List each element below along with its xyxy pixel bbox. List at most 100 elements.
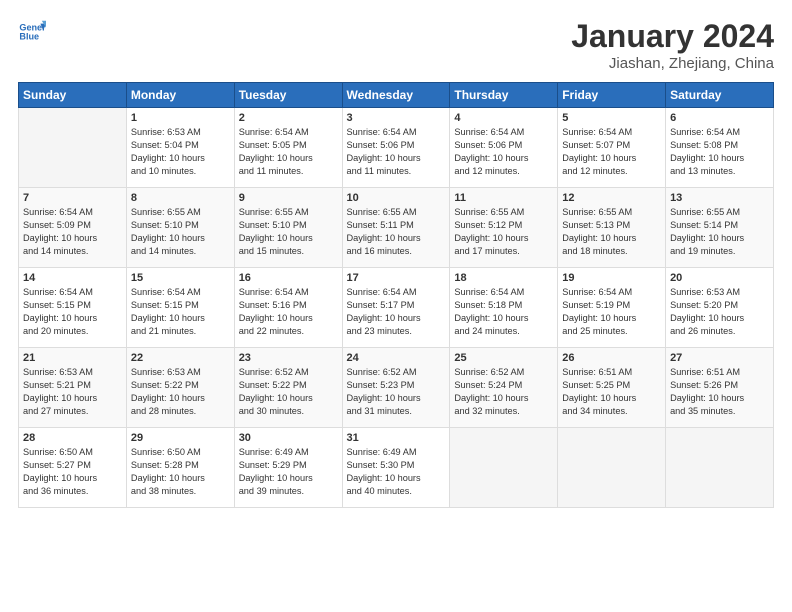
day-info: Sunrise: 6:54 AMSunset: 5:08 PMDaylight:… (670, 126, 769, 178)
calendar-cell (19, 108, 127, 188)
calendar-cell: 1Sunrise: 6:53 AMSunset: 5:04 PMDaylight… (126, 108, 234, 188)
calendar-cell: 26 Sunrise: 6:51 AMSunset: 5:25 PMDayligh… (558, 348, 666, 428)
day-number: 6 (670, 112, 769, 124)
calendar-cell: 16 Sunrise: 6:54 AMSunset: 5:16 PMDayligh… (234, 268, 342, 348)
day-info: Sunrise: 6:54 AMSunset: 5:06 PMDaylight:… (347, 126, 446, 178)
calendar-table: SundayMondayTuesdayWednesdayThursdayFrid… (18, 82, 774, 508)
day-info: Sunrise: 6:54 AMSunset: 5:15 PMDaylight:… (23, 286, 122, 338)
calendar-cell: 9 Sunrise: 6:55 AMSunset: 5:10 PMDaylight… (234, 188, 342, 268)
weekday-header-thursday: Thursday (450, 83, 558, 108)
calendar-cell: 29 Sunrise: 6:50 AMSunset: 5:28 PMDayligh… (126, 428, 234, 508)
day-number: 22 (131, 352, 230, 364)
day-number: 9 (239, 192, 338, 204)
day-number: 8 (131, 192, 230, 204)
day-number: 12 (562, 192, 661, 204)
day-number: 30 (239, 432, 338, 444)
day-number: 1 (131, 112, 230, 124)
day-number: 29 (131, 432, 230, 444)
weekday-header-tuesday: Tuesday (234, 83, 342, 108)
logo: General Blue (18, 18, 46, 46)
day-number: 10 (347, 192, 446, 204)
calendar-cell (666, 428, 774, 508)
week-row-5: 28 Sunrise: 6:50 AMSunset: 5:27 PMDayligh… (19, 428, 774, 508)
day-info: Sunrise: 6:55 AMSunset: 5:10 PMDaylight:… (239, 206, 338, 258)
calendar-cell: 18 Sunrise: 6:54 AMSunset: 5:18 PMDayligh… (450, 268, 558, 348)
week-row-3: 14 Sunrise: 6:54 AMSunset: 5:15 PMDayligh… (19, 268, 774, 348)
day-info: Sunrise: 6:49 AMSunset: 5:29 PMDaylight:… (239, 446, 338, 498)
day-number: 13 (670, 192, 769, 204)
weekday-header-sunday: Sunday (19, 83, 127, 108)
weekday-header-wednesday: Wednesday (342, 83, 450, 108)
day-info: Sunrise: 6:54 AMSunset: 5:18 PMDaylight:… (454, 286, 553, 338)
calendar-cell: 27 Sunrise: 6:51 AMSunset: 5:26 PMDayligh… (666, 348, 774, 428)
day-number: 20 (670, 272, 769, 284)
week-row-1: 1Sunrise: 6:53 AMSunset: 5:04 PMDaylight… (19, 108, 774, 188)
day-number: 21 (23, 352, 122, 364)
day-info: Sunrise: 6:54 AMSunset: 5:17 PMDaylight:… (347, 286, 446, 338)
day-info: Sunrise: 6:54 AMSunset: 5:07 PMDaylight:… (562, 126, 661, 178)
calendar-cell: 17 Sunrise: 6:54 AMSunset: 5:17 PMDayligh… (342, 268, 450, 348)
day-number: 26 (562, 352, 661, 364)
calendar-cell: 23 Sunrise: 6:52 AMSunset: 5:22 PMDayligh… (234, 348, 342, 428)
day-number: 31 (347, 432, 446, 444)
calendar-cell: 30 Sunrise: 6:49 AMSunset: 5:29 PMDayligh… (234, 428, 342, 508)
title-block: January 2024 Jiashan, Zhejiang, China (571, 18, 774, 72)
calendar-cell: 5 Sunrise: 6:54 AMSunset: 5:07 PMDaylight… (558, 108, 666, 188)
day-number: 27 (670, 352, 769, 364)
calendar-cell: 28 Sunrise: 6:50 AMSunset: 5:27 PMDayligh… (19, 428, 127, 508)
calendar-cell: 15Sunrise: 6:54 AMSunset: 5:15 PMDayligh… (126, 268, 234, 348)
day-info: Sunrise: 6:54 AMSunset: 5:05 PMDaylight:… (239, 126, 338, 178)
day-number: 4 (454, 112, 553, 124)
day-info: Sunrise: 6:54 AMSunset: 5:16 PMDaylight:… (239, 286, 338, 338)
day-info: Sunrise: 6:54 AMSunset: 5:15 PMDaylight:… (131, 286, 230, 338)
day-info: Sunrise: 6:53 AMSunset: 5:22 PMDaylight:… (131, 366, 230, 418)
day-number: 24 (347, 352, 446, 364)
calendar-cell: 12Sunrise: 6:55 AMSunset: 5:13 PMDayligh… (558, 188, 666, 268)
calendar-cell: 3 Sunrise: 6:54 AMSunset: 5:06 PMDaylight… (342, 108, 450, 188)
day-number: 5 (562, 112, 661, 124)
calendar-cell: 21 Sunrise: 6:53 AMSunset: 5:21 PMDayligh… (19, 348, 127, 428)
page-container: General Blue January 2024 Jiashan, Zheji… (0, 0, 792, 612)
calendar-cell: 6 Sunrise: 6:54 AMSunset: 5:08 PMDaylight… (666, 108, 774, 188)
header: General Blue January 2024 Jiashan, Zheji… (18, 18, 774, 72)
day-number: 23 (239, 352, 338, 364)
main-title: January 2024 (571, 18, 774, 55)
day-number: 11 (454, 192, 553, 204)
calendar-cell: 7 Sunrise: 6:54 AMSunset: 5:09 PMDaylight… (19, 188, 127, 268)
day-number: 7 (23, 192, 122, 204)
calendar-cell: 31 Sunrise: 6:49 AMSunset: 5:30 PMDayligh… (342, 428, 450, 508)
day-info: Sunrise: 6:54 AMSunset: 5:09 PMDaylight:… (23, 206, 122, 258)
day-info: Sunrise: 6:50 AMSunset: 5:27 PMDaylight:… (23, 446, 122, 498)
day-info: Sunrise: 6:50 AMSunset: 5:28 PMDaylight:… (131, 446, 230, 498)
subtitle: Jiashan, Zhejiang, China (571, 55, 774, 72)
day-number: 28 (23, 432, 122, 444)
day-number: 16 (239, 272, 338, 284)
calendar-cell (450, 428, 558, 508)
day-number: 14 (23, 272, 122, 284)
day-info: Sunrise: 6:53 AMSunset: 5:21 PMDaylight:… (23, 366, 122, 418)
day-info: Sunrise: 6:55 AMSunset: 5:11 PMDaylight:… (347, 206, 446, 258)
day-info: Sunrise: 6:52 AMSunset: 5:22 PMDaylight:… (239, 366, 338, 418)
day-number: 3 (347, 112, 446, 124)
calendar-cell: 13Sunrise: 6:55 AMSunset: 5:14 PMDayligh… (666, 188, 774, 268)
day-info: Sunrise: 6:52 AMSunset: 5:23 PMDaylight:… (347, 366, 446, 418)
day-number: 18 (454, 272, 553, 284)
weekday-header-row: SundayMondayTuesdayWednesdayThursdayFrid… (19, 83, 774, 108)
calendar-cell: 25Sunrise: 6:52 AMSunset: 5:24 PMDayligh… (450, 348, 558, 428)
day-info: Sunrise: 6:51 AMSunset: 5:26 PMDaylight:… (670, 366, 769, 418)
weekday-header-friday: Friday (558, 83, 666, 108)
calendar-cell: 11Sunrise: 6:55 AMSunset: 5:12 PMDayligh… (450, 188, 558, 268)
svg-text:Blue: Blue (19, 32, 39, 42)
calendar-cell: 8 Sunrise: 6:55 AMSunset: 5:10 PMDaylight… (126, 188, 234, 268)
calendar-cell: 19Sunrise: 6:54 AMSunset: 5:19 PMDayligh… (558, 268, 666, 348)
day-info: Sunrise: 6:52 AMSunset: 5:24 PMDaylight:… (454, 366, 553, 418)
day-number: 17 (347, 272, 446, 284)
calendar-cell (558, 428, 666, 508)
day-number: 2 (239, 112, 338, 124)
day-info: Sunrise: 6:51 AMSunset: 5:25 PMDaylight:… (562, 366, 661, 418)
week-row-2: 7 Sunrise: 6:54 AMSunset: 5:09 PMDaylight… (19, 188, 774, 268)
calendar-cell: 10 Sunrise: 6:55 AMSunset: 5:11 PMDayligh… (342, 188, 450, 268)
day-info: Sunrise: 6:54 AMSunset: 5:19 PMDaylight:… (562, 286, 661, 338)
day-info: Sunrise: 6:49 AMSunset: 5:30 PMDaylight:… (347, 446, 446, 498)
day-info: Sunrise: 6:55 AMSunset: 5:10 PMDaylight:… (131, 206, 230, 258)
